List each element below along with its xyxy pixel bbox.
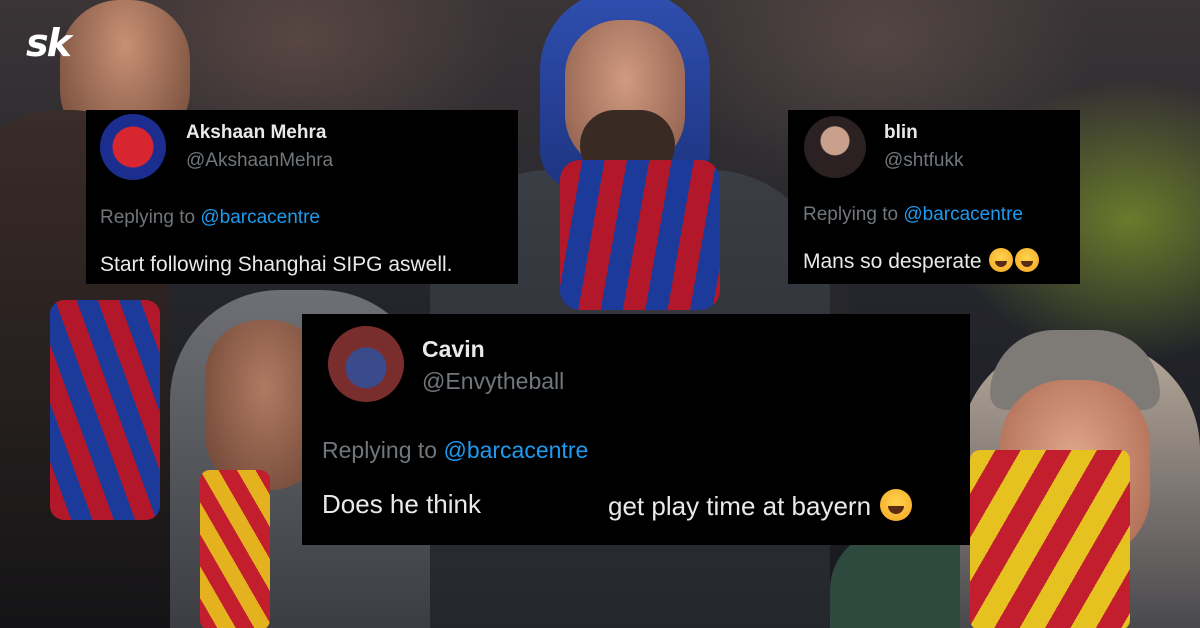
avatar[interactable] (328, 326, 404, 402)
tweet-text-continued: get play time at bayern (608, 489, 913, 522)
mention-link[interactable]: @barcacentre (200, 207, 320, 228)
replying-to-line: Replying to @barcacentre (100, 207, 320, 229)
mention-link[interactable]: @barcacentre (903, 204, 1023, 225)
crying-face-icon (989, 248, 1014, 272)
user-handle[interactable]: @Envytheball (422, 368, 564, 395)
user-handle[interactable]: @shtfukk (884, 150, 963, 172)
display-name[interactable]: Akshaan Mehra (186, 122, 326, 144)
avatar[interactable] (804, 116, 866, 178)
replying-to-line: Replying to @barcacentre (322, 437, 588, 464)
tweet-card[interactable]: Akshaan Mehra @AkshaanMehra Replying to … (86, 110, 518, 284)
replying-to-label: Replying to (803, 204, 904, 225)
scarf-left (50, 300, 160, 520)
tweet-text-line: Mans so desperate (803, 248, 1040, 274)
tears-of-joy-icon (880, 489, 913, 521)
tweet-text: Does he think (322, 489, 481, 519)
tweet-card[interactable]: blin @shtfukk Replying to @barcacentre M… (788, 110, 1080, 284)
replying-to-line: Replying to @barcacentre (803, 204, 1023, 226)
tweet-text: Mans so desperate (803, 250, 982, 273)
crying-face-icon (1015, 248, 1040, 272)
tweet-text-after-gap: get play time at bayern (608, 491, 872, 521)
sportskeeda-logo[interactable]: sk (26, 24, 72, 62)
display-name[interactable]: Cavin (422, 336, 485, 363)
fan-right-scarf (970, 450, 1130, 628)
replying-to-label: Replying to (100, 207, 201, 228)
avatar[interactable] (100, 114, 166, 180)
fan-center-scarf (560, 160, 720, 310)
tweet-card[interactable]: Cavin @Envytheball Replying to @barcacen… (302, 314, 970, 545)
tweet-text: Start following Shanghai SIPG aswell. (100, 253, 453, 276)
mention-link[interactable]: @barcacentre (443, 437, 588, 463)
fan-hooded-scarf (200, 470, 270, 628)
display-name[interactable]: blin (884, 122, 918, 144)
user-handle[interactable]: @AkshaanMehra (186, 150, 333, 172)
replying-to-label: Replying to (322, 437, 444, 463)
